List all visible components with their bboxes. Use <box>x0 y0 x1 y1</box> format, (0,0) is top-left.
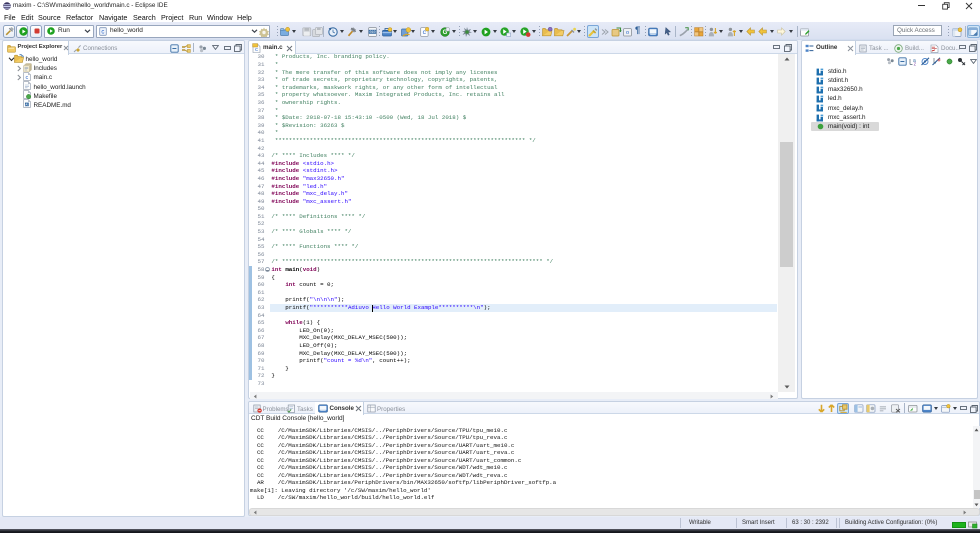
svg-text:c: c <box>255 47 258 53</box>
svg-text:z: z <box>914 61 917 65</box>
svg-text:010: 010 <box>369 31 375 35</box>
svg-text:o: o <box>626 30 629 36</box>
svg-text:c: c <box>26 75 29 81</box>
svg-text:c: c <box>101 29 104 35</box>
